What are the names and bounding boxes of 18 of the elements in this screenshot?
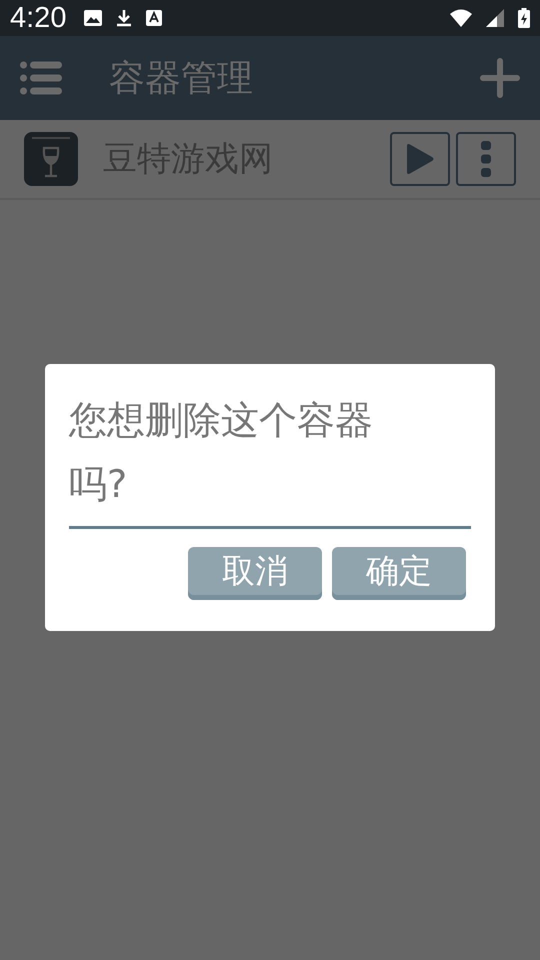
- battery-icon: [518, 8, 530, 28]
- dialog-button[interactable]: 取消: [188, 547, 322, 600]
- more-icon: [480, 141, 492, 177]
- text-icon: [146, 10, 162, 26]
- wine-glass-icon: [24, 132, 78, 186]
- signal-icon: [486, 9, 504, 27]
- more-button[interactable]: [456, 132, 516, 186]
- menu-icon[interactable]: [20, 61, 62, 95]
- add-icon[interactable]: [480, 58, 520, 98]
- dialog-message: 您想删除这个容器吗?: [69, 397, 374, 508]
- status-time: 4:20: [10, 2, 66, 34]
- image-icon: [84, 10, 102, 26]
- app-title: 容器管理: [109, 56, 254, 100]
- download-icon: [116, 9, 132, 27]
- play-button[interactable]: [390, 132, 450, 186]
- dialog-button[interactable]: 确定: [332, 547, 466, 600]
- wifi-icon: [450, 9, 472, 27]
- play-icon: [405, 143, 435, 175]
